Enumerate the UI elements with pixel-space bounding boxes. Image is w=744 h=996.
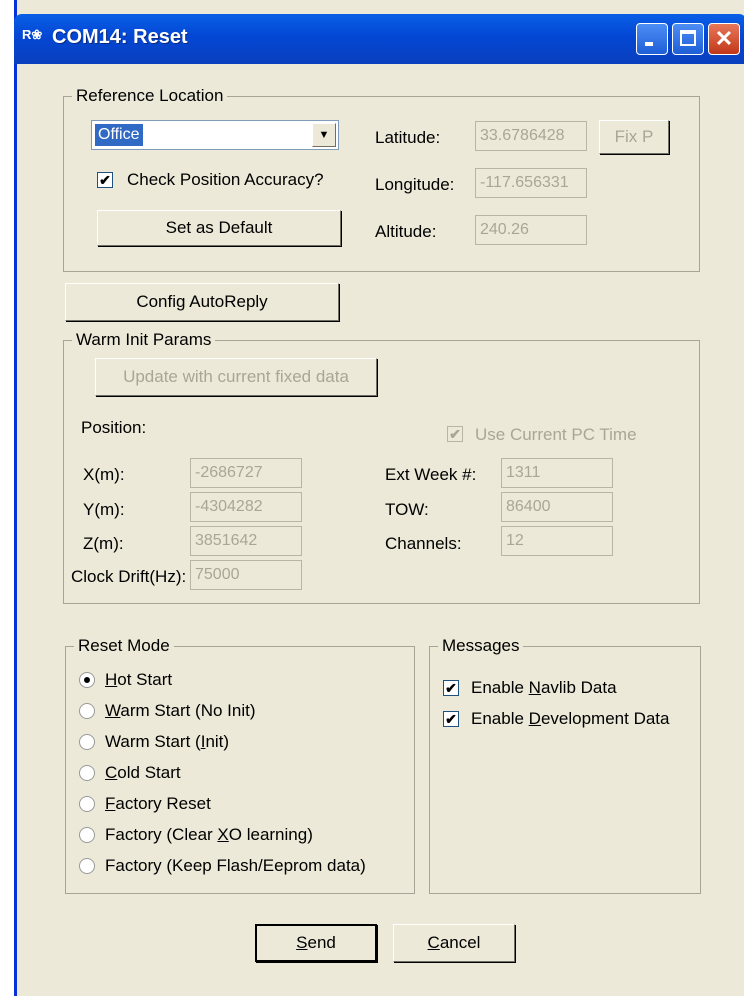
check-position-accuracy-checkbox[interactable]: ✔ [97,172,113,188]
ext-week-field[interactable]: 1311 [501,458,613,488]
altitude-label: Altitude: [375,222,437,241]
set-as-default-button[interactable]: Set as Default [97,210,341,246]
enable-navlib-label: Enable Navlib Data [471,678,617,697]
maximize-icon [680,30,696,46]
y-field[interactable]: -4304282 [190,492,302,522]
title-bar[interactable]: R❀ COM14: Reset ✕ [14,14,744,64]
check-position-accuracy-label: Check Position Accuracy? [127,170,324,189]
reset-mode-option-label: Warm Start (No Init) [105,701,256,720]
use-pc-time-label: Use Current PC Time [475,425,637,444]
enable-navlib-checkbox[interactable]: ✔ [443,680,459,696]
reset-mode-radio[interactable] [79,703,95,719]
close-icon: ✕ [714,26,734,51]
clock-drift-field[interactable]: 75000 [190,560,302,590]
reset-mode-radio[interactable] [79,765,95,781]
reset-mode-radio[interactable] [79,858,95,874]
close-button[interactable]: ✕ [708,23,740,55]
position-label: Position: [81,418,147,437]
reset-mode-radio[interactable] [79,796,95,812]
z-label: Z(m): [83,534,124,553]
minimize-icon [645,42,653,46]
config-autoreply-button[interactable]: Config AutoReply [65,283,339,321]
send-button[interactable]: Send [255,924,377,962]
reset-mode-option-label: Factory (Clear XO learning) [105,825,313,844]
latitude-field[interactable]: 33.6786428 [475,121,587,151]
location-select[interactable]: Office ▼ [91,120,339,150]
x-label: X(m): [83,465,125,484]
longitude-field[interactable]: -117.656331 [475,168,587,198]
use-pc-time-checkbox[interactable]: ✔ [447,426,463,442]
maximize-button[interactable] [672,23,704,55]
location-select-value: Office [95,124,143,146]
enable-development-checkbox[interactable]: ✔ [443,711,459,727]
altitude-field[interactable]: 240.26 [475,215,587,245]
app-icon: R❀ [22,27,43,42]
reset-mode-radio[interactable] [79,734,95,750]
messages-group: Messages [429,636,701,894]
reset-mode-option-label: Cold Start [105,763,181,782]
reset-mode-legend: Reset Mode [78,636,170,655]
y-label: Y(m): [83,500,125,519]
window-title: COM14: Reset [52,26,188,48]
tow-field[interactable]: 86400 [501,492,613,522]
reset-dialog: R❀ COM14: Reset ✕ Reference Location Off… [14,0,744,996]
reset-mode-option-label: Factory Reset [105,794,211,813]
clock-drift-label: Clock Drift(Hz): [71,567,187,586]
warm-init-params-legend: Warm Init Params [76,330,212,349]
reset-mode-radio[interactable] [79,827,95,843]
latitude-label: Latitude: [375,128,441,147]
reference-location-legend: Reference Location [76,86,224,105]
z-field[interactable]: 3851642 [190,526,302,556]
update-fixed-data-button[interactable]: Update with current fixed data [95,358,377,396]
reset-mode-radio[interactable] [79,672,95,688]
reset-mode-option-label: Warm Start (Init) [105,732,230,751]
chevron-down-icon[interactable]: ▼ [312,123,336,147]
cancel-button[interactable]: Cancel [393,924,515,962]
fix-p-button[interactable]: Fix P [599,120,669,154]
reset-mode-option-label: Factory (Keep Flash/Eeprom data) [105,856,366,875]
enable-development-label: Enable Development Data [471,709,670,728]
channels-label: Channels: [385,534,462,553]
reset-mode-option-label: Hot Start [105,670,173,689]
x-field[interactable]: -2686727 [190,458,302,488]
longitude-label: Longitude: [375,175,455,194]
minimize-button[interactable] [636,23,668,55]
messages-legend: Messages [442,636,520,655]
ext-week-label: Ext Week #: [385,465,477,484]
channels-field[interactable]: 12 [501,526,613,556]
tow-label: TOW: [385,500,429,519]
